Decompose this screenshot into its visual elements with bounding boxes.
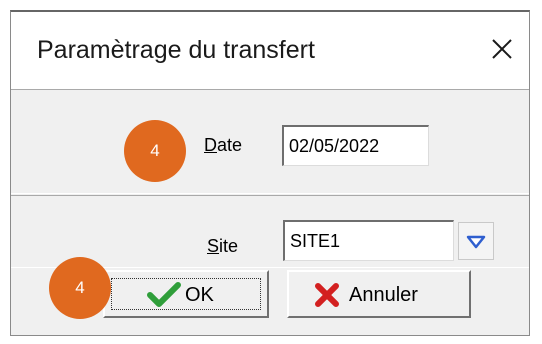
cancel-label: Annuler <box>349 284 418 306</box>
date-panel: Date <box>11 89 529 194</box>
close-icon[interactable] <box>485 32 519 66</box>
check-icon <box>147 282 181 307</box>
chevron-down-icon <box>466 235 486 249</box>
ok-button[interactable]: OK <box>103 270 269 318</box>
site-input[interactable] <box>283 220 454 261</box>
step-badge-ok: 4 <box>49 257 111 319</box>
cross-icon <box>315 283 339 307</box>
title-bar: Paramètrage du transfert <box>11 12 529 89</box>
date-label: Date <box>204 135 243 155</box>
step-badge-date: 4 <box>124 120 186 182</box>
site-label: Site <box>207 236 239 256</box>
ok-label: OK <box>185 284 214 306</box>
dialog-title: Paramètrage du transfert <box>37 36 315 64</box>
site-dropdown-button[interactable] <box>458 222 494 260</box>
site-panel: Site <box>11 195 529 268</box>
date-input[interactable] <box>282 125 429 166</box>
cancel-button[interactable]: Annuler <box>287 270 471 318</box>
